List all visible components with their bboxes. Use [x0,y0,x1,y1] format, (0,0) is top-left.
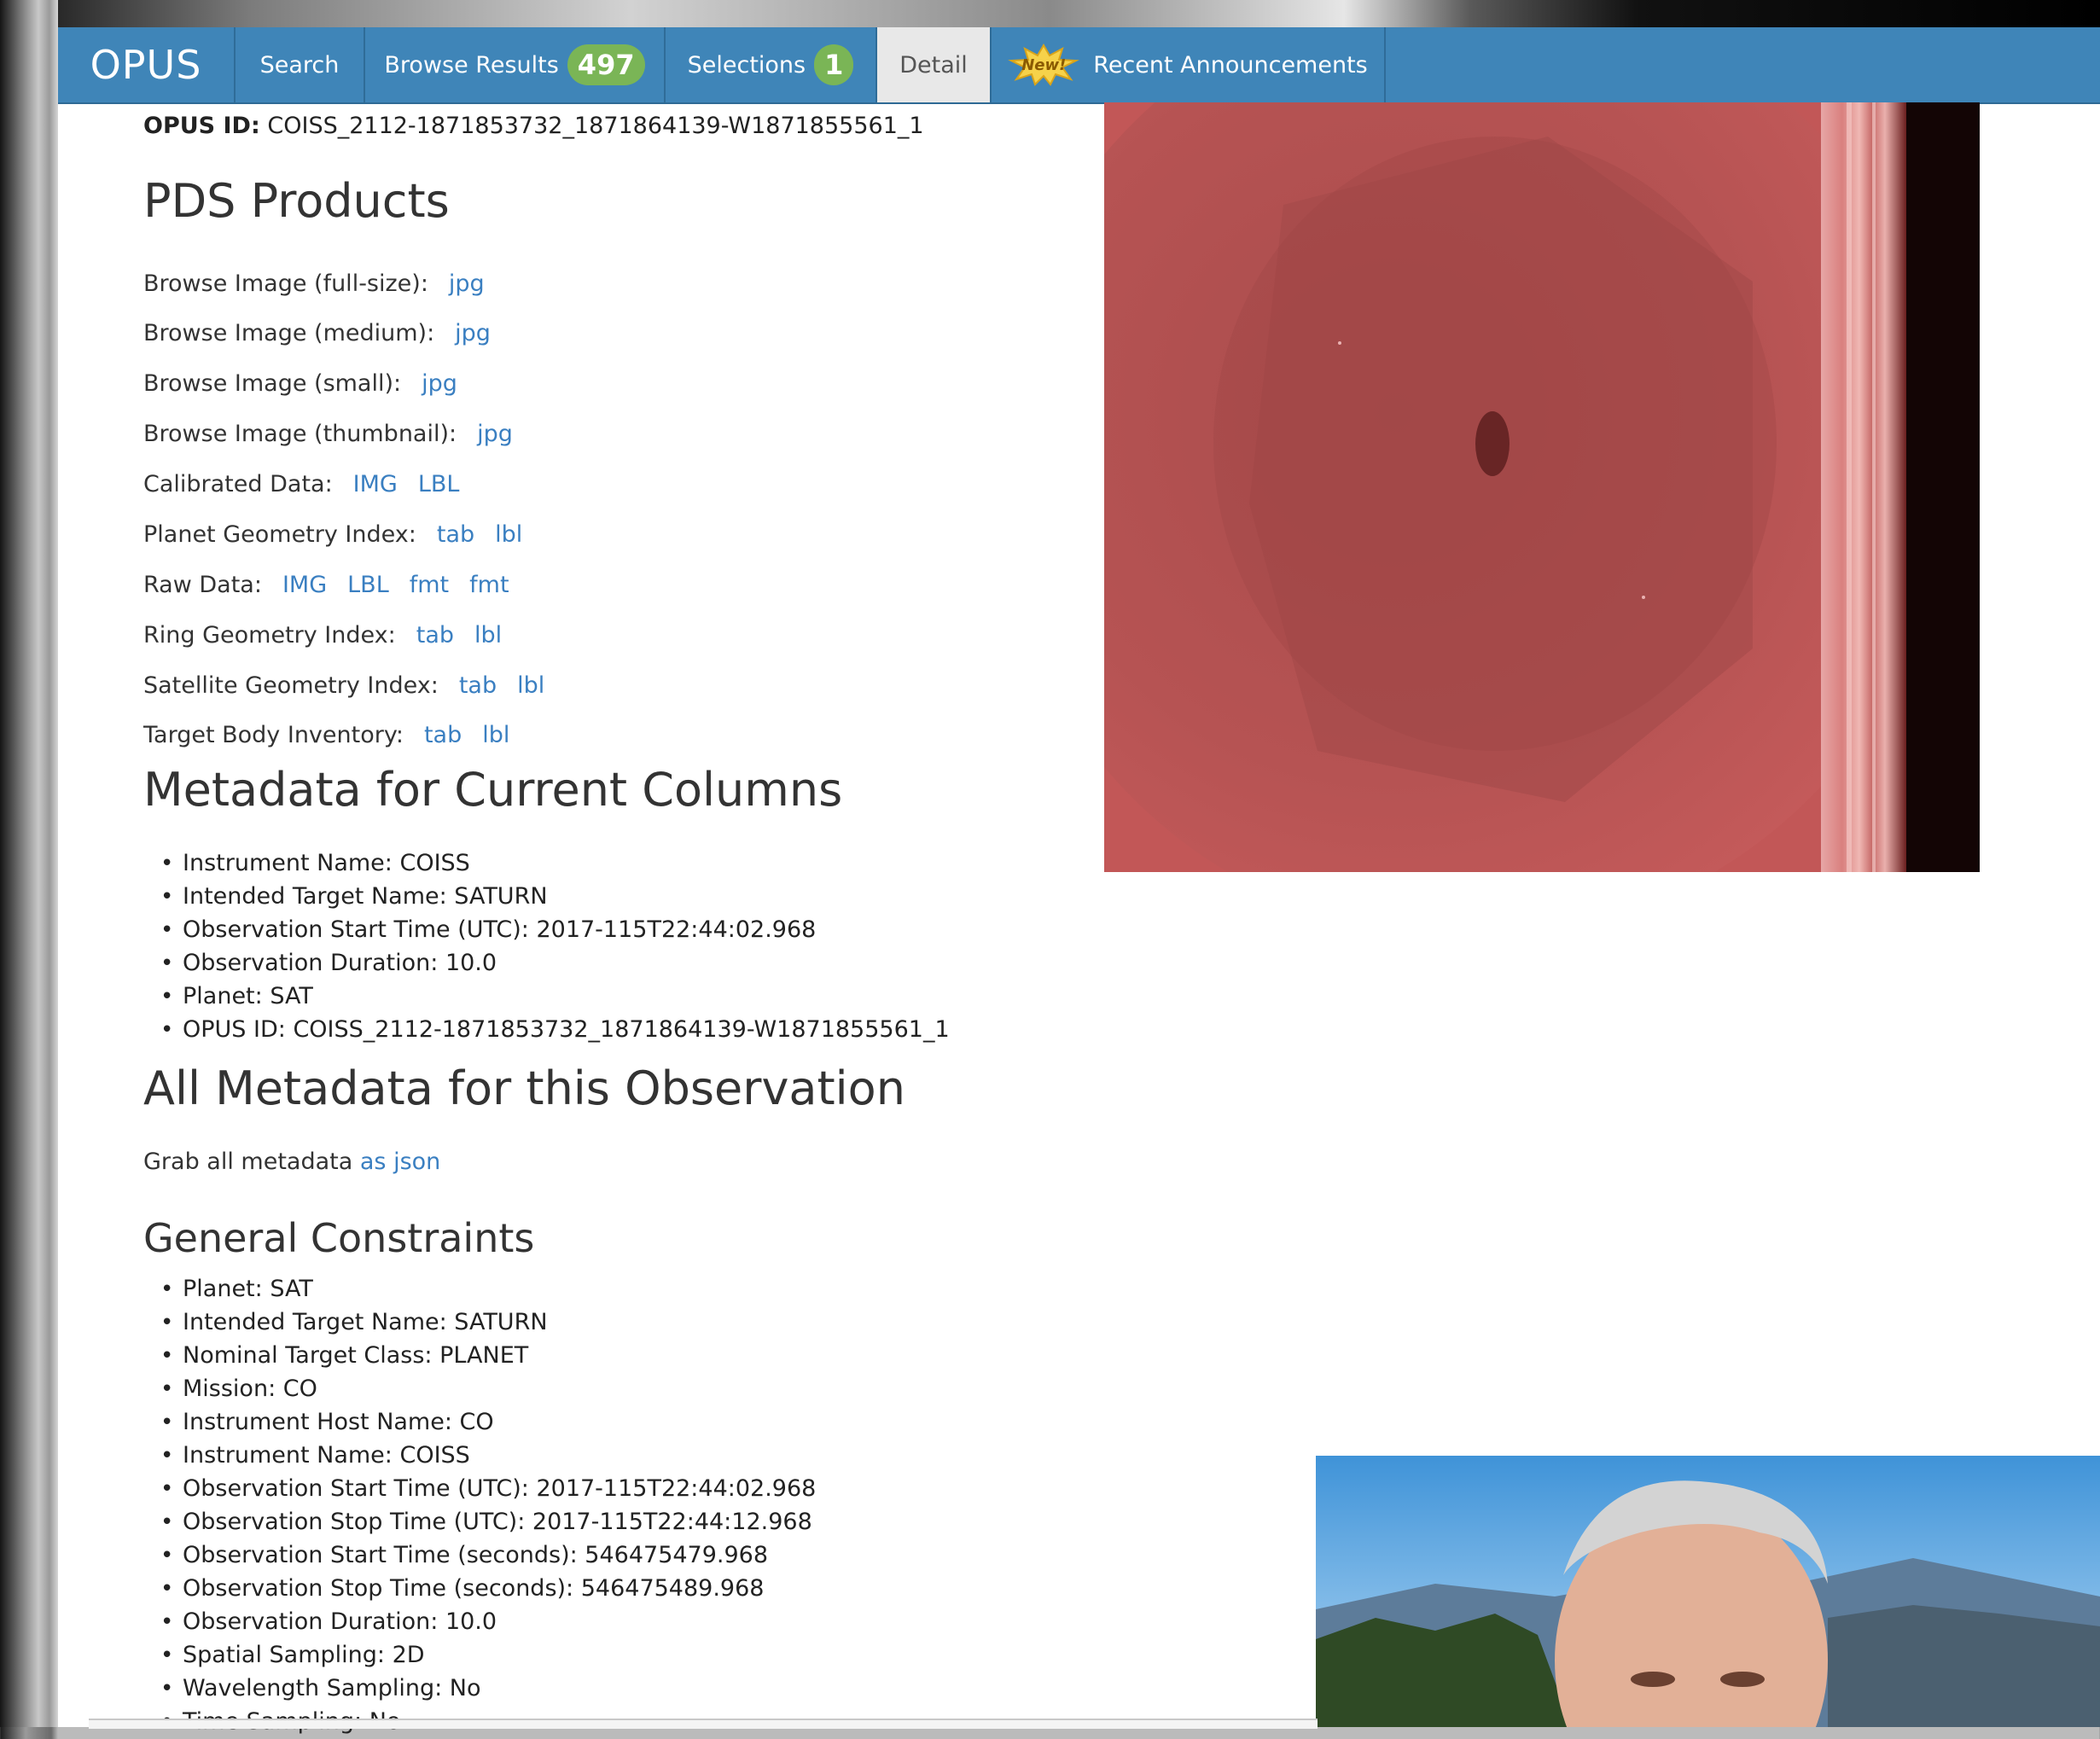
list-item: Observation Start Time (seconds): 546475… [145,1538,816,1572]
pds-row-label: Ring Geometry Index: [143,622,396,648]
tab-selections[interactable]: Selections 1 [666,27,877,102]
new-star-icon: New! [1008,44,1080,86]
opus-id-label: OPUS ID: [143,113,260,139]
navbar: OPUS Search Browse Results 497 Selection… [58,27,2100,104]
tab-detail-label: Detail [899,51,968,79]
brand-label: OPUS [90,42,202,88]
tab-search[interactable]: Search [236,27,365,102]
tab-announcements-label: Recent Announcements [1093,51,1368,79]
pds-row-label: Raw Data: [143,572,262,598]
list-item: Instrument Host Name: CO [145,1405,816,1439]
grab-metadata-line: Grab all metadata as json [143,1149,440,1175]
pds-row-raw-data: Raw Data: IMG LBL fmt fmt [143,572,509,598]
download-link[interactable]: LBL [418,471,460,497]
download-link[interactable]: tab [416,622,454,648]
opus-logo[interactable]: OPUS [58,27,236,102]
pds-row-browse-small: Browse Image (small): jpg [143,370,457,397]
list-item: Nominal Target Class: PLANET [145,1339,816,1372]
pds-products-heading: PDS Products [143,174,450,228]
list-item: Observation Duration: 10.0 [145,1605,816,1638]
download-link[interactable]: jpg [449,270,485,297]
download-link[interactable]: jpg [455,320,491,346]
list-item: Observation Stop Time (seconds): 5464754… [145,1572,816,1605]
observation-preview-image[interactable] [1104,102,1980,872]
list-item: Intended Target Name: SATURN [145,880,950,913]
list-item: Observation Start Time (UTC): 2017-115T2… [145,913,950,946]
pds-row-label: Browse Image (medium): [143,320,435,346]
tab-browse-results[interactable]: Browse Results 497 [365,27,666,102]
download-link[interactable]: tab [437,521,474,548]
tab-browse-label: Browse Results [384,51,559,79]
webcam-overlay-video[interactable] [1316,1456,2100,1727]
list-item: Observation Stop Time (UTC): 2017-115T22… [145,1505,816,1538]
list-item: Mission: CO [145,1372,816,1405]
background-desktop-strip [0,0,2100,27]
download-link[interactable]: fmt [410,572,449,598]
pds-row-label: Browse Image (small): [143,370,402,397]
pds-row-label: Browse Image (full-size): [143,270,428,297]
tab-detail[interactable]: Detail [877,27,992,102]
download-link[interactable]: IMG [282,572,327,598]
download-link[interactable]: tab [424,722,462,748]
json-download-link[interactable]: as json [360,1149,440,1175]
download-link[interactable]: lbl [474,622,502,648]
general-constraints-list: Planet: SAT Intended Target Name: SATURN… [145,1272,816,1738]
pds-row-browse-full: Browse Image (full-size): jpg [143,270,485,297]
download-link[interactable]: IMG [353,471,398,497]
pds-row-label: Satellite Geometry Index: [143,672,439,699]
list-item: Wavelength Sampling: No [145,1672,816,1705]
list-item: Instrument Name: COISS [145,846,950,880]
download-link[interactable]: tab [459,672,497,699]
general-constraints-heading: General Constraints [143,1215,535,1261]
download-link[interactable]: jpg [422,370,457,397]
browse-count-badge: 497 [567,44,645,85]
download-link[interactable]: jpg [477,421,513,447]
download-link[interactable]: fmt [469,572,509,598]
pds-row-calibrated-data: Calibrated Data: IMG LBL [143,471,459,497]
grab-text: Grab all metadata [143,1149,360,1175]
list-item: Intended Target Name: SATURN [145,1306,816,1339]
list-item: Spatial Sampling: 2D [145,1638,816,1672]
list-item: Observation Duration: 10.0 [145,946,950,980]
list-item: Observation Start Time (UTC): 2017-115T2… [145,1472,816,1505]
horizontal-scrollbar[interactable] [89,1719,1318,1729]
all-metadata-heading: All Metadata for this Observation [143,1061,905,1115]
tab-selections-label: Selections [687,51,806,79]
pds-row-satellite-geometry: Satellite Geometry Index: tab lbl [143,672,544,699]
pds-row-browse-medium: Browse Image (medium): jpg [143,320,491,346]
opus-id-line: OPUS ID: COISS_2112-1871853732_187186413… [143,113,924,139]
pds-row-browse-thumbnail: Browse Image (thumbnail): jpg [143,421,513,447]
selections-count-badge: 1 [814,44,854,85]
pds-row-label: Calibrated Data: [143,471,333,497]
background-desktop-edge [0,0,58,1727]
tab-recent-announcements[interactable]: New! Recent Announcements [992,27,1386,102]
current-columns-list: Instrument Name: COISS Intended Target N… [145,846,950,1046]
pds-row-label: Browse Image (thumbnail): [143,421,457,447]
download-link[interactable]: lbl [517,672,544,699]
opus-detail-page: OPUS Search Browse Results 497 Selection… [58,27,2100,1735]
tab-search-label: Search [259,51,340,79]
list-item: Planet: SAT [145,980,950,1013]
pds-row-label: Planet Geometry Index: [143,521,416,548]
download-link[interactable]: LBL [347,572,389,598]
download-link[interactable]: lbl [482,722,509,748]
list-item: OPUS ID: COISS_2112-1871853732_187186413… [145,1013,950,1046]
current-columns-heading: Metadata for Current Columns [143,763,843,817]
pds-row-ring-geometry: Ring Geometry Index: tab lbl [143,622,502,648]
list-item: Planet: SAT [145,1272,816,1306]
download-link[interactable]: lbl [495,521,522,548]
opus-id-value: COISS_2112-1871853732_1871864139-W187185… [267,113,924,139]
list-item: Instrument Name: COISS [145,1439,816,1472]
pds-row-target-body: Target Body Inventory: tab lbl [143,722,509,748]
pds-row-label: Target Body Inventory: [143,722,404,748]
pds-row-planet-geometry: Planet Geometry Index: tab lbl [143,521,522,548]
new-badge-text: New! [1021,55,1067,74]
